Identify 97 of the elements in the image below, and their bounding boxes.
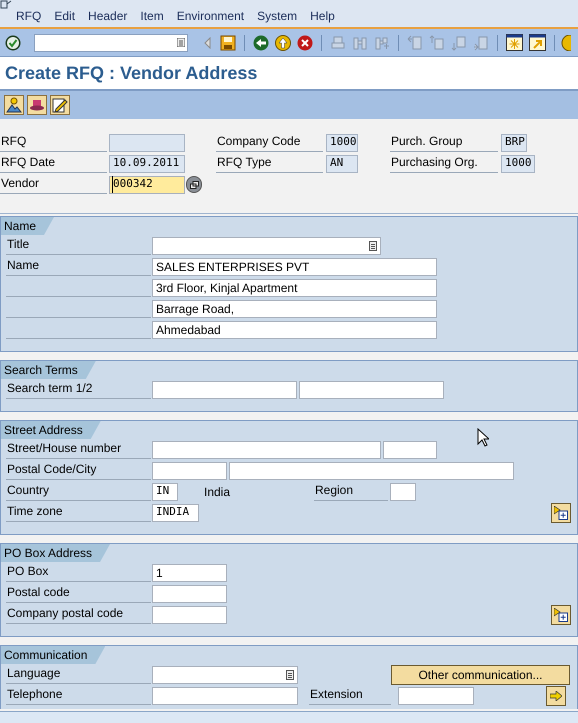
field-label: Street/House number [6, 440, 151, 459]
binoculars-icon[interactable] [352, 34, 368, 50]
back-icon[interactable] [253, 34, 269, 50]
input-field[interactable]: Ahmedabad [152, 320, 437, 338]
first-page-icon[interactable] [407, 34, 423, 50]
dropdown-icon[interactable] [177, 38, 185, 47]
output-field: 1000 [326, 134, 358, 152]
field-label: Extension [309, 686, 391, 705]
input-field[interactable] [299, 380, 444, 398]
dropdown-field[interactable] [152, 236, 381, 254]
output-field: 1000 [501, 154, 535, 172]
new-window-icon[interactable] [506, 34, 523, 51]
input-field[interactable] [152, 462, 227, 480]
person-landscape-icon [6, 97, 22, 113]
last-page-icon[interactable] [473, 34, 489, 50]
menu-item[interactable]: System [257, 7, 298, 25]
left-triangle-icon[interactable] [204, 36, 211, 48]
section-title: PO Box Address [1, 544, 110, 562]
input-field[interactable]: 000342 [109, 176, 185, 194]
enter-icon[interactable] [5, 34, 21, 50]
section-title: Name [1, 217, 54, 235]
field-label: Purchasing Org. [390, 154, 498, 173]
section-title: Search Terms [1, 361, 96, 379]
field-label: RFQ Date [0, 154, 107, 173]
next-page-icon[interactable] [451, 34, 467, 50]
field-label: Search term 1/2 [6, 380, 151, 399]
menu-item[interactable]: Help [310, 7, 335, 25]
field-label: Vendor [0, 175, 107, 194]
output-field: BRP [501, 134, 527, 152]
menu-item[interactable]: Environment [176, 7, 244, 25]
input-field[interactable] [229, 462, 514, 480]
input-field[interactable] [152, 686, 298, 704]
field-label: Telephone [6, 686, 151, 705]
pencil-note-icon [52, 97, 68, 113]
hat-icon [29, 98, 45, 112]
print-icon[interactable] [330, 34, 346, 50]
field-label: Country [6, 482, 151, 501]
input-field[interactable]: SALES ENTERPRISES PVT [152, 258, 437, 276]
cancel-icon[interactable] [297, 34, 313, 50]
input-field[interactable]: 3rd Floor, Kinjal Apartment [152, 278, 437, 296]
binoculars-plus-icon[interactable] [374, 34, 390, 50]
input-field[interactable]: 1 [152, 564, 227, 582]
window-menu-icon[interactable] [0, 0, 12, 9]
input-field[interactable] [383, 440, 437, 458]
screen-title: Create RFQ : Vendor Address [5, 62, 258, 84]
dropdown-icon [369, 240, 377, 250]
output-field: AN [326, 154, 358, 172]
address-button[interactable] [4, 95, 24, 115]
input-field[interactable]: Barrage Road, [152, 300, 437, 318]
plus-box-icon [554, 506, 568, 520]
plus-box-icon [554, 608, 568, 622]
hat-button[interactable] [27, 95, 47, 115]
section-title: Street Address [1, 421, 101, 439]
dropdown-field[interactable] [152, 666, 298, 684]
right-arrow-icon [550, 690, 562, 700]
menu-item[interactable]: RFQ [16, 7, 42, 25]
field-label: Name [6, 257, 151, 276]
menu-item[interactable]: Header [88, 7, 128, 25]
menu-item[interactable]: Edit [54, 7, 76, 25]
input-field[interactable]: IN [152, 482, 178, 500]
other-communication-button[interactable]: Other communication... [391, 664, 570, 684]
field-label: RFQ Type [216, 154, 323, 173]
arrow-button[interactable] [546, 686, 566, 706]
field-label: Postal Code/City [6, 461, 151, 480]
windows-icon [190, 180, 198, 188]
input-field[interactable] [390, 482, 416, 500]
field-label: RFQ [0, 133, 107, 152]
detail-button[interactable] [551, 502, 571, 522]
field-text: India [204, 484, 232, 500]
input-value: 000342 [112, 176, 153, 193]
field-label: PO Box [6, 563, 151, 582]
field-label: Purch. Group [390, 133, 498, 152]
menu-item[interactable]: Item [140, 7, 164, 25]
output-field: 10.09.2011 [109, 154, 185, 172]
field-label: Time zone [6, 503, 151, 522]
field-label: Region [314, 482, 388, 501]
field-label: Postal code [6, 584, 151, 603]
search-help-button[interactable] [186, 176, 202, 193]
shortcut-icon[interactable] [529, 34, 546, 51]
input-field[interactable] [152, 440, 381, 458]
dropdown-icon [286, 670, 294, 680]
field-label: Language [6, 665, 151, 684]
command-field[interactable] [34, 34, 188, 52]
field-label: Company Code [216, 133, 323, 152]
field-label: Company postal code [6, 605, 151, 624]
save-icon[interactable] [220, 34, 236, 50]
detail-button[interactable] [551, 604, 571, 624]
input-field[interactable]: INDIA [152, 504, 199, 522]
previous-page-icon[interactable] [429, 34, 445, 50]
section-title: Communication [1, 646, 106, 664]
input-field[interactable] [152, 584, 227, 602]
input-field[interactable] [152, 380, 297, 398]
mouse-pointer-icon [477, 428, 489, 447]
input-field[interactable] [152, 606, 227, 624]
input-field[interactable] [398, 686, 474, 704]
field-label: Title [6, 236, 151, 255]
edit-button[interactable] [50, 95, 70, 115]
